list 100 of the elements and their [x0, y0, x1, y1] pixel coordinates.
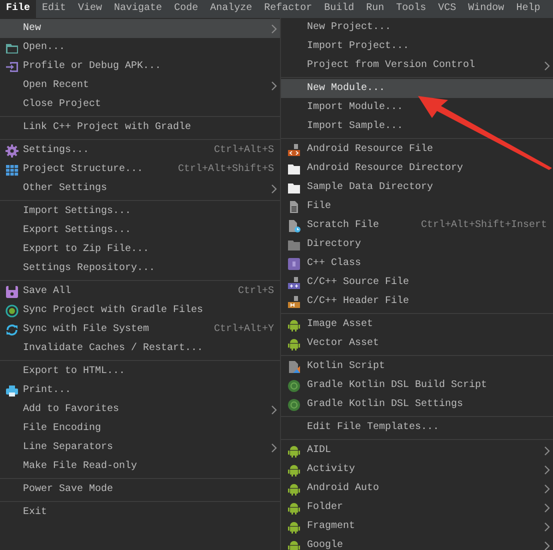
header-file-icon — [287, 294, 301, 308]
import-icon — [4, 60, 18, 74]
sync-icon — [4, 304, 18, 318]
sync-icon — [4, 322, 18, 336]
menu-item[interactable]: Vector Asset — [281, 334, 553, 353]
menu-item[interactable]: Kotlin Script — [281, 357, 553, 376]
menu-item[interactable]: Import Sample... — [281, 117, 553, 136]
menu-item[interactable]: File Encoding — [0, 419, 280, 438]
gradle-icon — [287, 378, 301, 392]
menu-item[interactable]: Sample Data Directory — [281, 178, 553, 197]
gradle-icon — [287, 398, 301, 412]
chevron-right-icon — [271, 404, 277, 414]
chevron-right-icon — [271, 442, 277, 452]
menu-item[interactable]: Android Resource Directory — [281, 159, 553, 178]
menu-item[interactable]: Gradle Kotlin DSL Settings — [281, 395, 553, 414]
menu-item[interactable]: Sync Project with Gradle Files — [0, 301, 280, 320]
menu-item[interactable]: Import Project... — [281, 37, 553, 56]
menu-item[interactable]: New — [0, 19, 280, 38]
android-icon — [287, 538, 301, 550]
menu-item[interactable]: Close Project — [0, 95, 280, 114]
chevron-right-icon — [271, 80, 277, 90]
menu-bar-item[interactable]: Build — [318, 0, 360, 18]
menu-item[interactable]: New Project... — [281, 18, 553, 37]
menu-item[interactable]: Project from Version Control — [281, 56, 553, 75]
folder-icon — [287, 180, 301, 194]
menu-item[interactable]: Print... — [0, 381, 280, 400]
menu-item[interactable]: Export to HTML... — [0, 362, 280, 381]
menu-bar-item[interactable]: Navigate — [108, 0, 168, 18]
android-icon — [287, 462, 301, 476]
shortcut-text: Ctrl+S — [238, 286, 275, 297]
menu-item[interactable]: Open... — [0, 38, 280, 57]
menu-item[interactable]: File — [281, 197, 553, 216]
menu-item[interactable]: C/C++ Header File — [281, 292, 553, 311]
kotlin-file-icon — [287, 360, 301, 374]
scratch-file-icon — [287, 218, 301, 232]
menu-bar-item[interactable]: Tools — [390, 0, 432, 18]
menu-item[interactable]: Line Separators — [0, 438, 280, 457]
menu-item[interactable]: Power Save Mode — [0, 480, 280, 499]
android-icon — [287, 520, 301, 534]
menu-bar-item[interactable]: Refactor — [258, 0, 318, 18]
menu-item[interactable]: Other Settings — [0, 179, 280, 198]
folder-icon — [287, 162, 301, 176]
menu-item[interactable]: Gradle Kotlin DSL Build Script — [281, 376, 553, 395]
menu-item[interactable]: Settings... Ctrl+Alt+S — [0, 141, 280, 160]
menu-item[interactable]: Exit — [0, 503, 280, 522]
menu-item[interactable]: C/C++ Source File — [281, 273, 553, 292]
menu-bar-item[interactable]: Window — [462, 0, 510, 18]
menu-bar-item[interactable]: Analyze — [204, 0, 258, 18]
android-icon — [287, 318, 301, 332]
menu-item[interactable]: Activity — [281, 460, 553, 479]
menu-item[interactable]: Directory — [281, 235, 553, 254]
menu-item[interactable]: Settings Repository... — [0, 259, 280, 278]
menu-item[interactable]: Scratch File Ctrl+Alt+Shift+Insert — [281, 216, 553, 235]
chevron-right-icon — [544, 60, 550, 70]
menu-bar-item[interactable]: File — [0, 0, 36, 18]
menu-item[interactable]: Import Module... — [281, 98, 553, 117]
chevron-right-icon — [271, 184, 277, 194]
menu-item[interactable]: Export Settings... — [0, 221, 280, 240]
menu-item[interactable]: Sync with File System Ctrl+Alt+Y — [0, 320, 280, 339]
menu-item[interactable]: Open Recent — [0, 76, 280, 95]
menu-item[interactable]: Edit File Templates... — [281, 418, 553, 437]
menu-item[interactable]: Project Structure... Ctrl+Alt+Shift+S — [0, 160, 280, 179]
shortcut-text: Ctrl+Alt+Y — [214, 324, 275, 335]
menu-item[interactable]: Export to Zip File... — [0, 240, 280, 259]
android-icon — [287, 336, 301, 350]
menu-item[interactable]: Make File Read-only — [0, 457, 280, 476]
menu-item[interactable]: Google — [281, 536, 553, 550]
menu-item[interactable]: Invalidate Caches / Restart... — [0, 339, 280, 358]
menu-item[interactable]: Folder — [281, 498, 553, 517]
menu-item[interactable]: Save All Ctrl+S — [0, 282, 280, 301]
menu-item[interactable]: Image Asset — [281, 315, 553, 334]
chevron-right-icon — [271, 24, 277, 34]
menu-item[interactable]: Link C++ Project with Gradle — [0, 118, 280, 137]
shortcut-text: Ctrl+Alt+Shift+Insert — [420, 220, 548, 231]
menu-bar-item[interactable]: Code — [168, 0, 204, 18]
menu-item[interactable]: Profile or Debug APK... — [0, 57, 280, 76]
settings-icon — [4, 144, 18, 158]
menu-bar-item[interactable]: VCS — [432, 0, 462, 18]
android-icon — [287, 482, 301, 496]
menu-item[interactable]: Fragment — [281, 517, 553, 536]
shortcut-text: Ctrl+Alt+Shift+S — [178, 164, 275, 175]
source-file-icon — [287, 276, 301, 290]
file-icon — [287, 200, 301, 214]
resource-file-icon — [287, 142, 301, 156]
menu-item[interactable]: C++ Class — [281, 254, 553, 273]
grid-icon — [4, 162, 18, 176]
menu-bar-item[interactable]: Edit — [36, 0, 72, 18]
menu-item[interactable]: New Module... — [281, 79, 553, 98]
floppy-icon — [4, 284, 18, 298]
printer-icon — [4, 384, 18, 398]
menu-bar-item[interactable]: View — [72, 0, 108, 18]
menu-item[interactable]: AIDL — [281, 441, 553, 460]
menu-item[interactable]: Add to Favorites — [0, 400, 280, 419]
menu-item[interactable]: Import Settings... — [0, 202, 280, 221]
menu-bar-item[interactable]: Run — [360, 0, 390, 18]
menu-item[interactable]: Android Auto — [281, 479, 553, 498]
class-icon — [287, 256, 301, 270]
menu-item[interactable]: Android Resource File — [281, 140, 553, 159]
shortcut-text: Ctrl+Alt+S — [214, 145, 275, 156]
menu-bar-item[interactable]: Help — [510, 0, 546, 18]
